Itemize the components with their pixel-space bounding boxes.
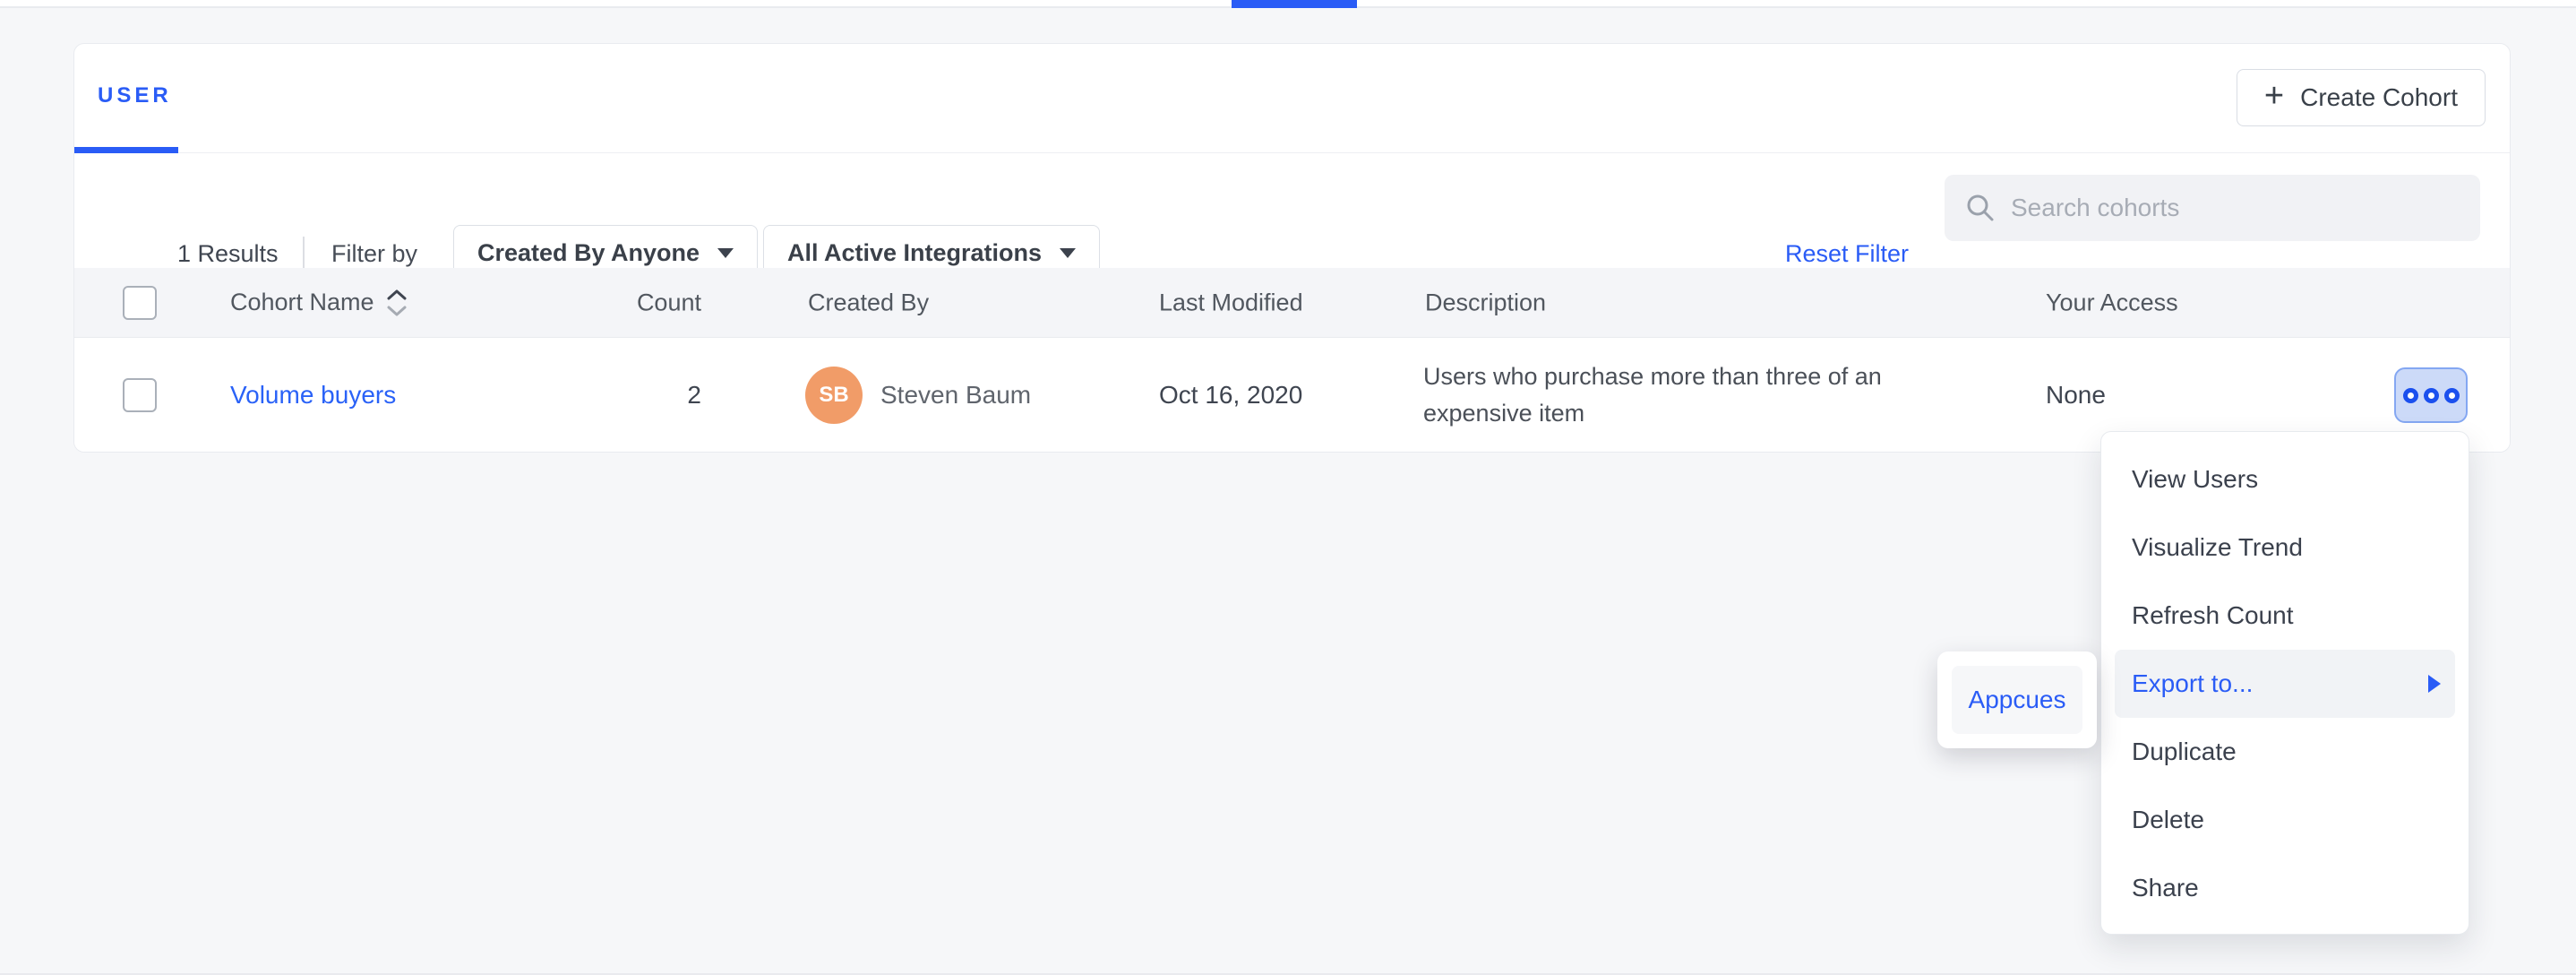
submenu-item-appcues[interactable]: Appcues bbox=[1952, 666, 2082, 734]
column-header-created-by[interactable]: Created By bbox=[808, 289, 929, 316]
cohort-count: 2 bbox=[594, 381, 701, 410]
row-actions-button[interactable] bbox=[2394, 367, 2468, 423]
results-count: 1 Results bbox=[177, 239, 279, 268]
filter-separator bbox=[303, 237, 305, 272]
created-by-name: Steven Baum bbox=[880, 381, 1031, 410]
menu-item-export-to[interactable]: Export to... bbox=[2115, 650, 2455, 718]
reset-filter-link[interactable]: Reset Filter bbox=[1785, 239, 1909, 268]
menu-item-view-users[interactable]: View Users bbox=[2101, 445, 2469, 513]
row-checkbox[interactable] bbox=[123, 378, 157, 412]
menu-item-visualize-trend[interactable]: Visualize Trend bbox=[2101, 513, 2469, 582]
your-access-value: None bbox=[2046, 381, 2106, 410]
panel-tab-bar: USER + Create Cohort bbox=[74, 44, 2510, 153]
table-header-row: Cohort Name Count Created By Last Modifi… bbox=[74, 268, 2510, 338]
select-all-checkbox[interactable] bbox=[123, 286, 157, 320]
menu-item-refresh-count[interactable]: Refresh Count bbox=[2101, 582, 2469, 650]
column-header-count[interactable]: Count bbox=[594, 289, 701, 316]
avatar: SB bbox=[805, 367, 863, 424]
plus-icon: + bbox=[2264, 79, 2284, 113]
tab-active-underline bbox=[74, 147, 178, 153]
create-cohort-label: Create Cohort bbox=[2300, 83, 2458, 112]
chevron-down-icon bbox=[717, 248, 734, 258]
integrations-filter-label: All Active Integrations bbox=[787, 239, 1042, 267]
cohorts-panel: USER + Create Cohort 1 Results Filter by… bbox=[73, 43, 2511, 453]
search-input[interactable] bbox=[2011, 194, 2460, 222]
search-icon bbox=[1964, 192, 1996, 224]
cohort-name-link[interactable]: Volume buyers bbox=[230, 381, 396, 410]
row-actions-menu: View Users Visualize Trend Refresh Count… bbox=[2100, 431, 2469, 935]
menu-item-export-label: Export to... bbox=[2132, 669, 2253, 698]
chevron-down-icon bbox=[1060, 248, 1076, 258]
cohorts-page: USER + Create Cohort 1 Results Filter by… bbox=[0, 0, 2576, 975]
search-cohorts-box[interactable] bbox=[1945, 175, 2480, 241]
dot-icon bbox=[2444, 388, 2460, 403]
filter-by-label: Filter by bbox=[331, 239, 417, 268]
menu-item-delete[interactable]: Delete bbox=[2101, 786, 2469, 854]
cohort-description: Users who purchase more than three of an… bbox=[1423, 358, 1970, 432]
submenu-arrow-icon bbox=[2428, 675, 2441, 693]
column-header-description[interactable]: Description bbox=[1425, 289, 1546, 316]
dot-icon bbox=[2403, 388, 2418, 403]
dot-icon bbox=[2424, 388, 2439, 403]
export-submenu: Appcues bbox=[1937, 651, 2097, 748]
tab-user[interactable]: USER bbox=[98, 83, 172, 108]
column-header-last-modified[interactable]: Last Modified bbox=[1159, 289, 1303, 316]
column-header-cohort-name[interactable]: Cohort Name bbox=[230, 287, 408, 319]
active-nav-tab-indicator bbox=[1232, 0, 1357, 8]
top-nav-edge bbox=[0, 0, 2576, 8]
last-modified-date: Oct 16, 2020 bbox=[1159, 381, 1302, 410]
create-cohort-button[interactable]: + Create Cohort bbox=[2237, 69, 2486, 126]
column-header-your-access[interactable]: Your Access bbox=[2046, 289, 2178, 316]
sort-icon[interactable] bbox=[385, 287, 408, 319]
menu-item-duplicate[interactable]: Duplicate bbox=[2101, 718, 2469, 786]
created-by-filter-label: Created By Anyone bbox=[477, 239, 700, 267]
menu-item-share[interactable]: Share bbox=[2101, 854, 2469, 922]
